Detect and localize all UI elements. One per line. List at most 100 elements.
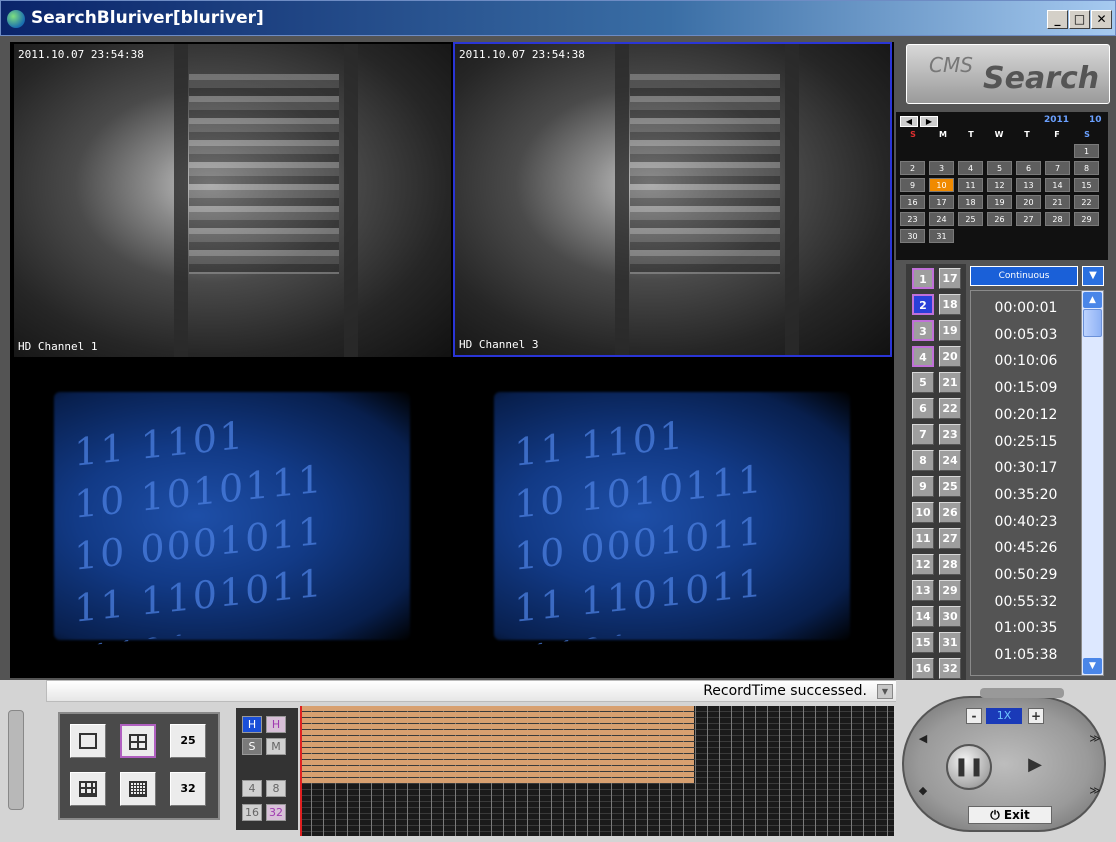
calendar-day[interactable]: 7 bbox=[1045, 161, 1070, 175]
record-type-select[interactable]: Continuous bbox=[970, 266, 1078, 286]
channel-button[interactable]: 19 bbox=[939, 320, 961, 341]
scroll-up-button[interactable]: ▲ bbox=[1083, 292, 1102, 308]
calendar-day[interactable]: 9 bbox=[900, 178, 925, 192]
record-time-item[interactable]: 00:30:17 bbox=[971, 455, 1081, 482]
channel-button[interactable]: 32 bbox=[939, 658, 961, 679]
calendar-prev-button[interactable]: ◀ bbox=[900, 116, 918, 127]
channel-button[interactable]: 28 bbox=[939, 554, 961, 575]
record-time-item[interactable]: 01:00:35 bbox=[971, 615, 1081, 642]
layout-25-button[interactable]: 25 bbox=[170, 724, 206, 758]
pause-button[interactable]: ❚❚ bbox=[946, 744, 992, 790]
record-time-item[interactable]: 00:50:29 bbox=[971, 562, 1081, 589]
hour-mode-button-2[interactable]: H bbox=[266, 716, 286, 733]
record-time-item[interactable]: 00:45:26 bbox=[971, 535, 1081, 562]
record-time-item[interactable]: 00:55:32 bbox=[971, 589, 1081, 616]
speed-increase-button[interactable]: + bbox=[1028, 708, 1044, 724]
calendar-day[interactable]: 25 bbox=[958, 212, 983, 226]
channel-button[interactable]: 10 bbox=[912, 502, 934, 523]
scroll-thumb[interactable] bbox=[1083, 309, 1102, 337]
calendar-day[interactable]: 8 bbox=[1074, 161, 1099, 175]
channels-16-button[interactable]: 16 bbox=[242, 804, 262, 821]
channel-button[interactable]: 31 bbox=[939, 632, 961, 653]
channel-button[interactable]: 27 bbox=[939, 528, 961, 549]
calendar-day[interactable]: 15 bbox=[1074, 178, 1099, 192]
channel-button[interactable]: 14 bbox=[912, 606, 934, 627]
channel-button[interactable]: 7 bbox=[912, 424, 934, 445]
second-mode-button[interactable]: S bbox=[242, 738, 262, 755]
calendar-day[interactable]: 10 bbox=[929, 178, 954, 192]
scroll-down-button[interactable]: ▼ bbox=[1083, 658, 1102, 674]
step-forward-icon[interactable]: ≫ bbox=[1084, 784, 1106, 802]
minute-mode-button[interactable]: M bbox=[266, 738, 286, 755]
channel-button[interactable]: 11 bbox=[912, 528, 934, 549]
speed-decrease-button[interactable]: - bbox=[966, 708, 982, 724]
channel-button[interactable]: 9 bbox=[912, 476, 934, 497]
channels-4-button[interactable]: 4 bbox=[242, 780, 262, 797]
channel-button[interactable]: 21 bbox=[939, 372, 961, 393]
layout-32-button[interactable]: 32 bbox=[170, 772, 206, 806]
channel-button[interactable]: 22 bbox=[939, 398, 961, 419]
record-time-item[interactable]: 00:25:15 bbox=[971, 429, 1081, 456]
calendar-day[interactable]: 11 bbox=[958, 178, 983, 192]
calendar-day[interactable]: 12 bbox=[987, 178, 1012, 192]
calendar-day[interactable]: 14 bbox=[1045, 178, 1070, 192]
calendar-day[interactable]: 22 bbox=[1074, 195, 1099, 209]
record-type-dropdown-button[interactable]: ▼ bbox=[1082, 266, 1104, 286]
record-time-item[interactable]: 00:10:06 bbox=[971, 348, 1081, 375]
calendar-next-button[interactable]: ▶ bbox=[920, 116, 938, 127]
fast-forward-icon[interactable]: ≫ bbox=[1084, 732, 1106, 750]
record-time-item[interactable]: 00:00:01 bbox=[971, 295, 1081, 322]
calendar-day[interactable]: 3 bbox=[929, 161, 954, 175]
minimize-button[interactable]: _ bbox=[1047, 10, 1068, 29]
channel-button[interactable]: 12 bbox=[912, 554, 934, 575]
layout-1x1-button[interactable] bbox=[70, 724, 106, 758]
hour-mode-button[interactable]: H bbox=[242, 716, 262, 733]
channels-32-button[interactable]: 32 bbox=[266, 804, 286, 821]
calendar-day[interactable]: 29 bbox=[1074, 212, 1099, 226]
calendar-day[interactable]: 18 bbox=[958, 195, 983, 209]
calendar-day[interactable]: 16 bbox=[900, 195, 925, 209]
calendar-day[interactable]: 1 bbox=[1074, 144, 1099, 158]
channel-button[interactable]: 20 bbox=[939, 346, 961, 367]
time-list-scrollbar[interactable]: ▲ ▼ bbox=[1081, 291, 1103, 675]
calendar-day[interactable]: 20 bbox=[1016, 195, 1041, 209]
video-tile-empty-2[interactable]: 11 1101 10 1010111 10 0001011 11 1101011… bbox=[454, 360, 891, 673]
channel-button[interactable]: 29 bbox=[939, 580, 961, 601]
layout-4x4-button[interactable] bbox=[120, 772, 156, 806]
calendar-day[interactable]: 19 bbox=[987, 195, 1012, 209]
step-back-icon[interactable]: ◆ bbox=[912, 784, 934, 802]
record-timeline[interactable] bbox=[300, 706, 894, 836]
close-button[interactable]: ✕ bbox=[1091, 10, 1112, 29]
calendar-day[interactable]: 24 bbox=[929, 212, 954, 226]
calendar-day[interactable]: 26 bbox=[987, 212, 1012, 226]
channel-button[interactable]: 30 bbox=[939, 606, 961, 627]
status-dropdown-button[interactable]: ▼ bbox=[877, 684, 893, 699]
record-time-item[interactable]: 00:40:23 bbox=[971, 509, 1081, 536]
channel-button[interactable]: 18 bbox=[939, 294, 961, 315]
channel-button[interactable]: 5 bbox=[912, 372, 934, 393]
calendar-day[interactable]: 27 bbox=[1016, 212, 1041, 226]
channel-button[interactable]: 8 bbox=[912, 450, 934, 471]
channel-button[interactable]: 6 bbox=[912, 398, 934, 419]
channel-button[interactable]: 13 bbox=[912, 580, 934, 601]
calendar-day[interactable]: 30 bbox=[900, 229, 925, 243]
record-time-item[interactable]: 00:05:03 bbox=[971, 322, 1081, 349]
exit-button[interactable]: ⏻ Exit bbox=[968, 806, 1052, 824]
timeline-cursor[interactable] bbox=[300, 706, 302, 836]
video-tile-channel-1[interactable]: 2011.10.07 23:54:38 HD Channel 1 bbox=[14, 44, 451, 357]
record-time-item[interactable]: 00:35:20 bbox=[971, 482, 1081, 509]
calendar-day[interactable]: 5 bbox=[987, 161, 1012, 175]
channel-button[interactable]: 23 bbox=[939, 424, 961, 445]
calendar-day[interactable]: 23 bbox=[900, 212, 925, 226]
calendar-day[interactable]: 28 bbox=[1045, 212, 1070, 226]
channels-8-button[interactable]: 8 bbox=[266, 780, 286, 797]
channel-button[interactable]: 15 bbox=[912, 632, 934, 653]
record-time-item[interactable]: 00:20:12 bbox=[971, 402, 1081, 429]
calendar-day[interactable]: 21 bbox=[1045, 195, 1070, 209]
record-time-item[interactable]: 01:05:38 bbox=[971, 642, 1081, 669]
channel-button[interactable]: 2 bbox=[912, 294, 934, 315]
channel-button[interactable]: 25 bbox=[939, 476, 961, 497]
calendar-day[interactable]: 4 bbox=[958, 161, 983, 175]
maximize-button[interactable]: □ bbox=[1069, 10, 1090, 29]
channel-button[interactable]: 26 bbox=[939, 502, 961, 523]
